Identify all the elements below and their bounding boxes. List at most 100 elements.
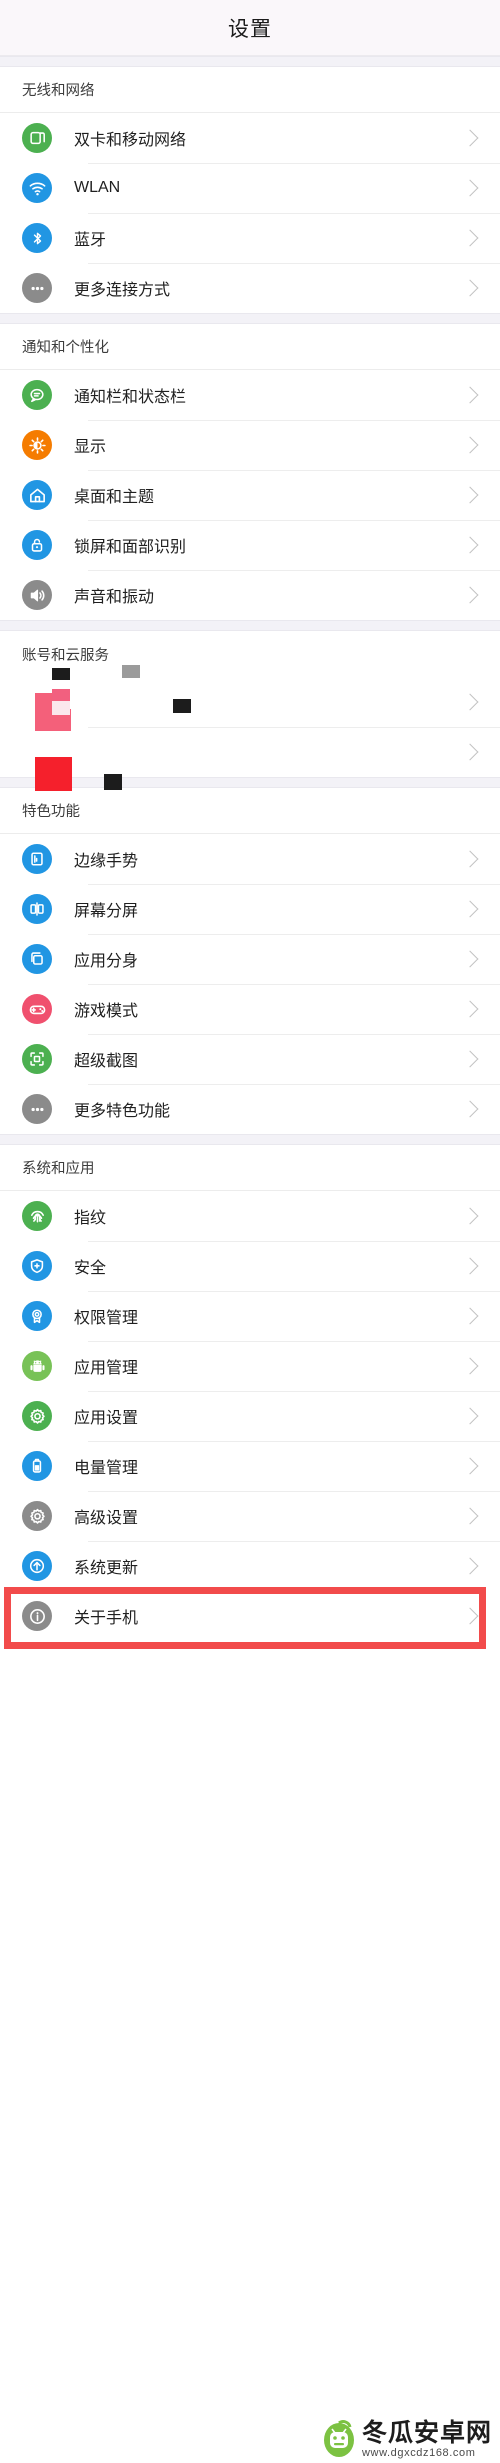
settings-row-system-6[interactable]: 高级设置 [0,1491,500,1541]
settings-row-system-5[interactable]: 电量管理 [0,1441,500,1491]
section-header-notification: 通知和个性化 [0,324,500,370]
settings-row-label: 蓝牙 [74,232,107,249]
settings-row-notification-2[interactable]: 桌面和主题 [0,470,500,520]
settings-row-label: 电量管理 [74,1460,139,1477]
settings-row-label: 游戏模式 [74,1003,139,1020]
more-dots-icon [22,273,52,303]
watermark-logo-icon [323,2420,354,2458]
gamepad-icon [22,994,52,1024]
settings-row-system-1[interactable]: 安全 [0,1241,500,1291]
chevron-right-icon [461,1507,479,1525]
chevron-right-icon [461,586,479,604]
settings-row-label: 桌面和主题 [74,489,155,506]
settings-row-label: 系统更新 [74,1560,139,1577]
sim-card-icon [22,123,52,153]
section-title: 账号和云服务 [22,647,109,664]
chevron-right-icon [461,900,479,918]
section-title: 系统和应用 [22,1161,95,1177]
title-bar: 设置 [0,0,500,56]
chevron-right-icon [461,1050,479,1068]
chevron-right-icon [461,129,479,147]
section-title: 通知和个性化 [22,340,109,356]
list-item[interactable] [0,727,500,777]
watermark-url: www.dgxcdz168.com [361,2447,476,2459]
settings-group-wireless: 双卡和移动网络 WLAN 蓝牙 更多连接方式 [0,113,500,313]
settings-row-label: 高级设置 [74,1510,139,1527]
edge-gesture-icon [22,844,52,874]
chevron-right-icon [461,1407,479,1425]
section-divider [0,777,500,788]
settings-row-notification-1[interactable]: 显示 [0,420,500,470]
settings-row-label: 关于手机 [74,1610,139,1627]
settings-row-label: 边缘手势 [74,853,139,870]
settings-row-wireless-3[interactable]: 更多连接方式 [0,263,500,313]
settings-row-features-4[interactable]: 超级截图 [0,1034,500,1084]
info-icon [22,1601,52,1631]
more-dots-icon [22,1094,52,1124]
settings-row-features-5[interactable]: 更多特色功能 [0,1084,500,1134]
chat-bubble-icon [22,380,52,410]
chevron-right-icon [461,850,479,868]
settings-row-notification-4[interactable]: 声音和振动 [0,570,500,620]
settings-row-notification-0[interactable]: 通知栏和状态栏 [0,370,500,420]
settings-row-notification-3[interactable]: 锁屏和面部识别 [0,520,500,570]
chevron-right-icon [461,743,479,761]
section-header-features: 特色功能 [0,788,500,834]
app-clone-icon [22,944,52,974]
settings-row-wireless-2[interactable]: 蓝牙 [0,213,500,263]
settings-row-label: 声音和振动 [74,589,155,606]
chevron-right-icon [461,693,479,711]
settings-row-label: 安全 [74,1260,107,1277]
lock-icon [22,530,52,560]
settings-row-label: WLAN [74,179,121,196]
settings-row-features-0[interactable]: 边缘手势 [0,834,500,884]
highlighted-row-wrapper: 关于手机 [0,1587,500,1649]
settings-row-label: 超级截图 [74,1053,139,1070]
settings-row-label: 锁屏和面部识别 [74,539,187,556]
gear-icon [22,1501,52,1531]
chevron-right-icon [461,1557,479,1575]
gear-icon [22,1401,52,1431]
update-arrow-icon [22,1551,52,1581]
settings-group-accounts [0,665,500,791]
chevron-right-icon [461,1307,479,1325]
settings-row-features-1[interactable]: 屏幕分屏 [0,884,500,934]
settings-row-wireless-1[interactable]: WLAN [0,163,500,213]
speaker-icon [22,580,52,610]
chevron-right-icon [461,536,479,554]
chevron-right-icon [461,229,479,247]
chevron-right-icon [461,1100,479,1118]
section-divider [0,1134,500,1145]
section-title: 无线和网络 [22,83,95,99]
settings-row-label: 更多特色功能 [74,1103,171,1120]
section-divider [0,620,500,631]
chevron-right-icon [461,1000,479,1018]
settings-row-wireless-0[interactable]: 双卡和移动网络 [0,113,500,163]
settings-screen: 设置 无线和网络 双卡和移动网络 WLAN 蓝牙 更多连接方式 通知和个性化 通… [0,0,500,2463]
settings-row-features-2[interactable]: 应用分身 [0,934,500,984]
settings-row-system-4[interactable]: 应用设置 [0,1391,500,1441]
chevron-right-icon [461,179,479,197]
chevron-right-icon [461,1207,479,1225]
settings-row-label: 指纹 [74,1210,107,1227]
settings-row-system-0[interactable]: 指纹 [0,1191,500,1241]
settings-row-system-2[interactable]: 权限管理 [0,1291,500,1341]
settings-row-system-7[interactable]: 系统更新 [0,1541,500,1591]
settings-row-system-8[interactable]: 关于手机 [0,1591,500,1641]
chevron-right-icon [461,436,479,454]
settings-row-label: 权限管理 [74,1310,139,1327]
chevron-right-icon [461,1357,479,1375]
settings-row-label: 更多连接方式 [74,282,171,299]
settings-row-label: 通知栏和状态栏 [74,389,187,406]
settings-row-label: 屏幕分屏 [74,903,139,920]
screenshot-icon [22,1044,52,1074]
settings-row-label: 应用管理 [74,1360,139,1377]
split-screen-icon [22,894,52,924]
settings-row-features-3[interactable]: 游戏模式 [0,984,500,1034]
list-item[interactable] [0,677,500,727]
settings-row-system-3[interactable]: 应用管理 [0,1341,500,1391]
section-header-accounts: 账号和云服务 [0,631,500,677]
settings-row-label: 显示 [74,439,107,456]
section-divider [0,56,500,67]
home-icon [22,480,52,510]
